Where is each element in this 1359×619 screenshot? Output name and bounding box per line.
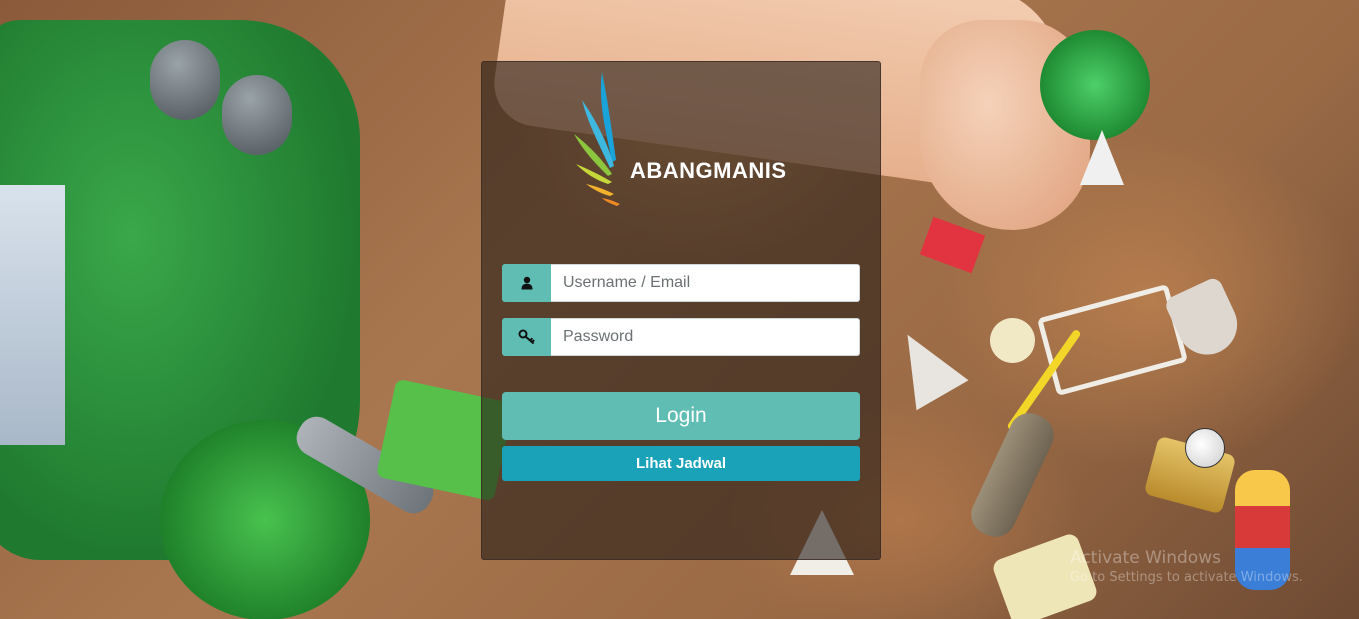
toy-cone: [881, 319, 969, 411]
toy-board: [0, 185, 65, 445]
toy-red-block: [919, 216, 986, 274]
toy-green-car: [1040, 30, 1150, 140]
watermark-title: Activate Windows: [1070, 548, 1221, 568]
brand-logo: ABANGMANIS: [572, 72, 802, 212]
watermark-subtitle: Go to Settings to activate Windows.: [1070, 570, 1303, 585]
toy-plate: [990, 318, 1035, 363]
wing-icon: [574, 72, 620, 206]
toy-log: [964, 406, 1061, 544]
user-icon: [502, 264, 551, 302]
username-field[interactable]: [551, 264, 860, 302]
toy-cone: [1080, 130, 1124, 185]
view-schedule-button[interactable]: Lihat Jadwal: [502, 446, 860, 481]
login-button[interactable]: Login: [502, 392, 860, 440]
password-group: [502, 318, 860, 356]
toy-ball: [1185, 428, 1225, 468]
toy-rake: [1036, 283, 1189, 397]
key-icon: [502, 318, 551, 356]
activate-windows-watermark: Activate Windows Go to Settings to activ…: [1070, 548, 1303, 585]
username-group: [502, 264, 860, 302]
brand-name: ABANGMANIS: [630, 158, 787, 183]
toy-pot: [222, 75, 292, 155]
password-field[interactable]: [551, 318, 860, 356]
login-panel: ABANGMANIS Login Lihat Jadwal: [481, 61, 881, 560]
toy-pot: [150, 40, 220, 120]
